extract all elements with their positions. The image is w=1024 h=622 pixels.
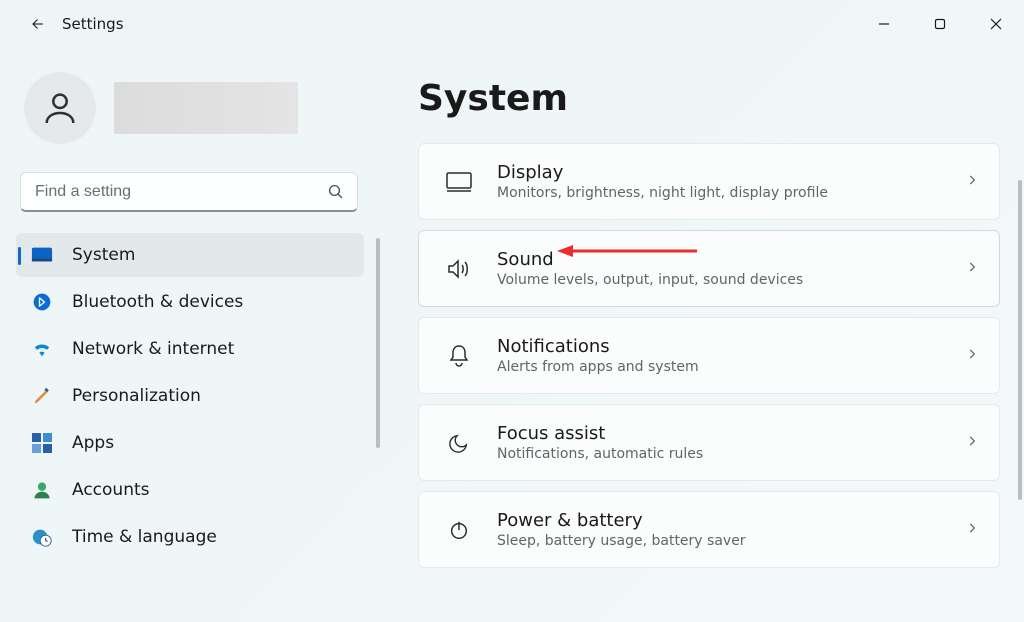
nav-list: System Bluetooth & devices Network & int…: [0, 230, 380, 562]
chevron-right-icon: [965, 172, 979, 191]
window-controls: [856, 0, 1024, 48]
card-subtitle: Notifications, automatic rules: [497, 446, 965, 462]
wifi-icon: [30, 337, 54, 361]
card-title: Display: [497, 162, 965, 183]
person-icon: [40, 88, 80, 128]
bell-icon: [445, 342, 473, 370]
chevron-right-icon: [965, 346, 979, 365]
apps-icon: [30, 431, 54, 455]
nav-item-accounts[interactable]: Accounts: [16, 468, 364, 512]
profile-name-placeholder: [114, 82, 298, 134]
nav-label: Apps: [72, 433, 114, 453]
nav-item-apps[interactable]: Apps: [16, 421, 364, 465]
display-icon: [445, 168, 473, 196]
card-title: Notifications: [497, 336, 965, 357]
chevron-right-icon: [965, 259, 979, 278]
maximize-icon: [934, 18, 946, 30]
settings-card-display[interactable]: Display Monitors, brightness, night ligh…: [418, 143, 1000, 220]
nav-label: System: [72, 245, 135, 265]
main-content: System Display Monitors, brightness, nig…: [380, 48, 1024, 622]
back-button[interactable]: [20, 8, 52, 40]
minimize-icon: [878, 18, 890, 30]
bluetooth-icon: [30, 290, 54, 314]
moon-icon: [445, 429, 473, 457]
close-button[interactable]: [968, 0, 1024, 48]
settings-card-focus[interactable]: Focus assist Notifications, automatic ru…: [418, 404, 1000, 481]
search-input[interactable]: [33, 182, 327, 202]
nav-item-bluetooth[interactable]: Bluetooth & devices: [16, 280, 364, 324]
sidebar: System Bluetooth & devices Network & int…: [0, 48, 380, 622]
avatar: [24, 72, 96, 144]
sound-icon: [445, 255, 473, 283]
settings-card-notifications[interactable]: Notifications Alerts from apps and syste…: [418, 317, 1000, 394]
chevron-right-icon: [965, 520, 979, 539]
nav-item-personalization[interactable]: Personalization: [16, 374, 364, 418]
accounts-icon: [30, 478, 54, 502]
window-title: Settings: [62, 15, 124, 33]
card-subtitle: Sleep, battery usage, battery saver: [497, 533, 965, 549]
system-icon: [30, 243, 54, 267]
minimize-button[interactable]: [856, 0, 912, 48]
back-arrow-icon: [27, 15, 45, 33]
search-box[interactable]: [20, 172, 358, 212]
nav-item-time[interactable]: Time & language: [16, 515, 364, 559]
settings-card-power[interactable]: Power & battery Sleep, battery usage, ba…: [418, 491, 1000, 568]
card-subtitle: Alerts from apps and system: [497, 359, 965, 375]
nav-label: Bluetooth & devices: [72, 292, 243, 312]
card-subtitle: Monitors, brightness, night light, displ…: [497, 185, 965, 201]
chevron-right-icon: [965, 433, 979, 452]
card-title: Power & battery: [497, 510, 965, 531]
profile-block[interactable]: [0, 62, 380, 172]
power-icon: [445, 516, 473, 544]
nav-item-system[interactable]: System: [16, 233, 364, 277]
maximize-button[interactable]: [912, 0, 968, 48]
page-title: System: [418, 78, 1000, 119]
search-icon: [327, 183, 345, 201]
card-title: Focus assist: [497, 423, 965, 444]
nav-label: Personalization: [72, 386, 201, 406]
nav-label: Accounts: [72, 480, 150, 500]
clock-globe-icon: [30, 525, 54, 549]
settings-card-sound[interactable]: Sound Volume levels, output, input, soun…: [418, 230, 1000, 307]
paintbrush-icon: [30, 384, 54, 408]
nav-item-network[interactable]: Network & internet: [16, 327, 364, 371]
titlebar: Settings: [0, 0, 1024, 48]
nav-label: Time & language: [72, 527, 217, 547]
main-scrollbar[interactable]: [1018, 180, 1022, 500]
nav-label: Network & internet: [72, 339, 234, 359]
card-title: Sound: [497, 249, 965, 270]
close-icon: [990, 18, 1002, 30]
card-subtitle: Volume levels, output, input, sound devi…: [497, 272, 965, 288]
